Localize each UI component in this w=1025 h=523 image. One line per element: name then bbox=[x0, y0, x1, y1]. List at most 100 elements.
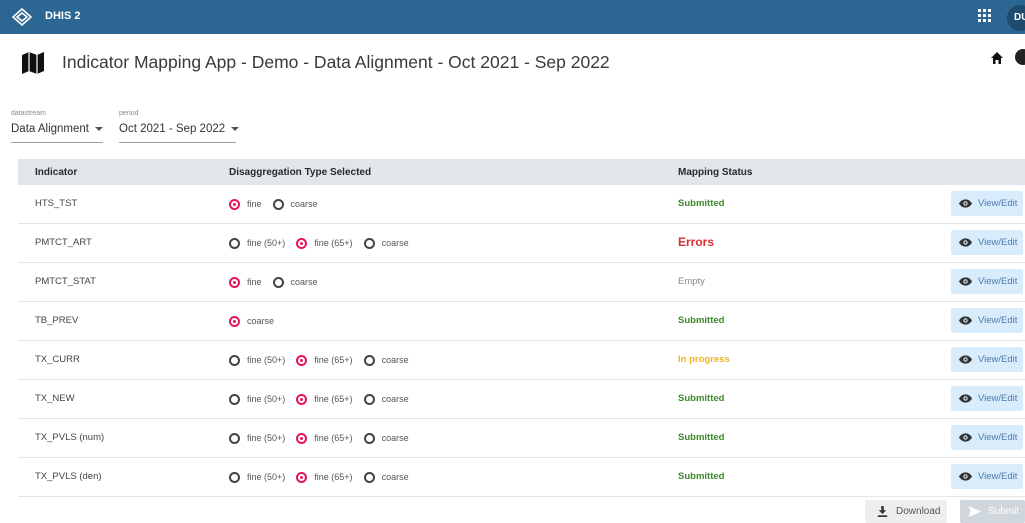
disaggregation-option[interactable]: coarse bbox=[363, 391, 409, 407]
radio-unselected-icon[interactable] bbox=[229, 354, 240, 366]
disaggregation-option[interactable]: fine (65+) bbox=[296, 235, 353, 251]
radio-selected-icon[interactable] bbox=[296, 354, 308, 366]
radio-selected-icon[interactable] bbox=[296, 237, 308, 249]
radio-selected-icon[interactable] bbox=[229, 276, 240, 288]
eye-icon bbox=[959, 316, 972, 325]
radio-unselected-icon[interactable] bbox=[272, 276, 284, 288]
view-edit-button[interactable]: View/Edit bbox=[951, 425, 1023, 450]
option-label: fine (50+) bbox=[247, 472, 286, 482]
view-edit-button[interactable]: View/Edit bbox=[951, 347, 1023, 372]
radio-unselected-icon[interactable] bbox=[363, 354, 375, 366]
mapping-status: Submitted bbox=[678, 198, 725, 209]
radio-selected-icon[interactable] bbox=[229, 198, 240, 210]
disaggregation-option[interactable]: coarse bbox=[363, 235, 409, 251]
view-edit-label: View/Edit bbox=[978, 471, 1018, 482]
view-edit-label: View/Edit bbox=[978, 198, 1018, 209]
column-header-disaggregation: Disaggregation Type Selected bbox=[229, 167, 372, 178]
radio-selected-icon[interactable] bbox=[229, 315, 240, 327]
indicator-name: PMTCT_STAT bbox=[35, 276, 96, 287]
option-label: fine bbox=[247, 199, 262, 209]
radio-unselected-icon[interactable] bbox=[363, 237, 375, 249]
mapping-status: Submitted bbox=[678, 393, 725, 404]
disaggregation-option[interactable]: fine (65+) bbox=[296, 391, 353, 407]
option-label: fine (50+) bbox=[247, 394, 286, 404]
radio-unselected-icon[interactable] bbox=[363, 432, 375, 444]
apps-grid-icon[interactable] bbox=[978, 9, 992, 23]
disaggregation-option[interactable]: fine (65+) bbox=[296, 430, 353, 446]
disaggregation-option[interactable]: fine (65+) bbox=[296, 469, 353, 485]
eye-icon bbox=[959, 277, 972, 286]
disaggregation-option[interactable]: fine bbox=[229, 196, 262, 212]
option-label: fine (65+) bbox=[314, 394, 353, 404]
disaggregation-option[interactable]: fine (50+) bbox=[229, 391, 285, 407]
dhis2-logo-icon[interactable] bbox=[12, 8, 32, 26]
disaggregation-option[interactable]: coarse bbox=[272, 274, 318, 290]
indicator-name: TB_PREV bbox=[35, 315, 79, 326]
view-edit-button[interactable]: View/Edit bbox=[951, 308, 1023, 333]
disaggregation-option[interactable]: coarse bbox=[363, 352, 409, 368]
datastream-select[interactable]: Data Alignment bbox=[11, 123, 103, 143]
radio-unselected-icon[interactable] bbox=[363, 471, 375, 483]
radio-unselected-icon[interactable] bbox=[229, 432, 240, 444]
indicator-table: Indicator Disaggregation Type Selected M… bbox=[18, 159, 1025, 497]
disaggregation-option[interactable]: coarse bbox=[363, 469, 409, 485]
home-icon[interactable] bbox=[990, 51, 1004, 65]
user-avatar[interactable]: DU bbox=[1007, 5, 1025, 31]
option-label: coarse bbox=[381, 355, 409, 365]
radio-unselected-icon[interactable] bbox=[272, 198, 284, 210]
disaggregation-option[interactable]: fine (50+) bbox=[229, 235, 285, 251]
option-label: fine bbox=[247, 277, 262, 287]
radio-selected-icon[interactable] bbox=[296, 432, 308, 444]
eye-icon bbox=[959, 433, 972, 442]
disaggregation-option[interactable]: fine (50+) bbox=[229, 469, 285, 485]
period-label: period bbox=[119, 110, 139, 117]
download-button[interactable]: Download bbox=[865, 500, 947, 523]
submit-button[interactable]: Submit bbox=[960, 500, 1025, 523]
table-row: HTS_TST fine coarse Submitted View/Edit bbox=[18, 185, 1025, 224]
option-label: fine (50+) bbox=[247, 355, 286, 365]
indicator-name: HTS_TST bbox=[35, 198, 78, 209]
option-label: coarse bbox=[247, 316, 275, 326]
option-label: fine (50+) bbox=[247, 238, 286, 248]
view-edit-button[interactable]: View/Edit bbox=[951, 386, 1023, 411]
disaggregation-option[interactable]: fine (50+) bbox=[229, 352, 285, 368]
radio-unselected-icon[interactable] bbox=[363, 393, 375, 405]
view-edit-button[interactable]: View/Edit bbox=[951, 269, 1023, 294]
indicator-name: TX_PVLS (den) bbox=[35, 471, 102, 482]
disaggregation-option[interactable]: coarse bbox=[272, 196, 318, 212]
disaggregation-option[interactable]: coarse bbox=[363, 430, 409, 446]
view-edit-button[interactable]: View/Edit bbox=[951, 464, 1023, 489]
chevron-down-icon bbox=[231, 126, 240, 131]
radio-unselected-icon[interactable] bbox=[229, 471, 240, 483]
eye-icon bbox=[959, 472, 972, 481]
mapping-status: In progress bbox=[678, 354, 730, 365]
radio-unselected-icon[interactable] bbox=[229, 393, 240, 405]
view-edit-label: View/Edit bbox=[978, 315, 1018, 326]
radio-unselected-icon[interactable] bbox=[229, 237, 240, 249]
indicator-name: TX_NEW bbox=[35, 393, 75, 404]
view-edit-button[interactable]: View/Edit bbox=[951, 191, 1023, 216]
top-bar: DHIS 2 DU bbox=[0, 0, 1025, 34]
disaggregation-option[interactable]: fine (50+) bbox=[229, 430, 285, 446]
eye-icon bbox=[959, 199, 972, 208]
disaggregation-option[interactable]: fine bbox=[229, 274, 262, 290]
disaggregation-radio-group: fine coarse bbox=[229, 196, 329, 212]
table-row: TB_PREV coarse Submitted View/Edit bbox=[18, 302, 1025, 341]
disaggregation-option[interactable]: fine (65+) bbox=[296, 352, 353, 368]
table-row: PMTCT_STAT fine coarse Empty View/Edit bbox=[18, 263, 1025, 302]
period-select[interactable]: Oct 2021 - Sep 2022 bbox=[119, 123, 240, 143]
disaggregation-option[interactable]: coarse bbox=[229, 313, 274, 329]
radio-selected-icon[interactable] bbox=[296, 471, 308, 483]
view-edit-label: View/Edit bbox=[978, 276, 1018, 287]
table-header: Indicator Disaggregation Type Selected M… bbox=[18, 159, 1025, 185]
disaggregation-radio-group: fine (50+) fine (65+) coarse bbox=[229, 391, 420, 407]
option-label: fine (65+) bbox=[314, 472, 353, 482]
radio-selected-icon[interactable] bbox=[296, 393, 308, 405]
option-label: coarse bbox=[381, 238, 409, 248]
app-name[interactable]: DHIS 2 bbox=[45, 10, 80, 22]
mapping-status: Submitted bbox=[678, 432, 725, 443]
view-edit-button[interactable]: View/Edit bbox=[951, 230, 1023, 255]
eye-icon bbox=[959, 394, 972, 403]
help-icon[interactable] bbox=[1015, 49, 1025, 65]
column-header-indicator: Indicator bbox=[35, 167, 78, 178]
